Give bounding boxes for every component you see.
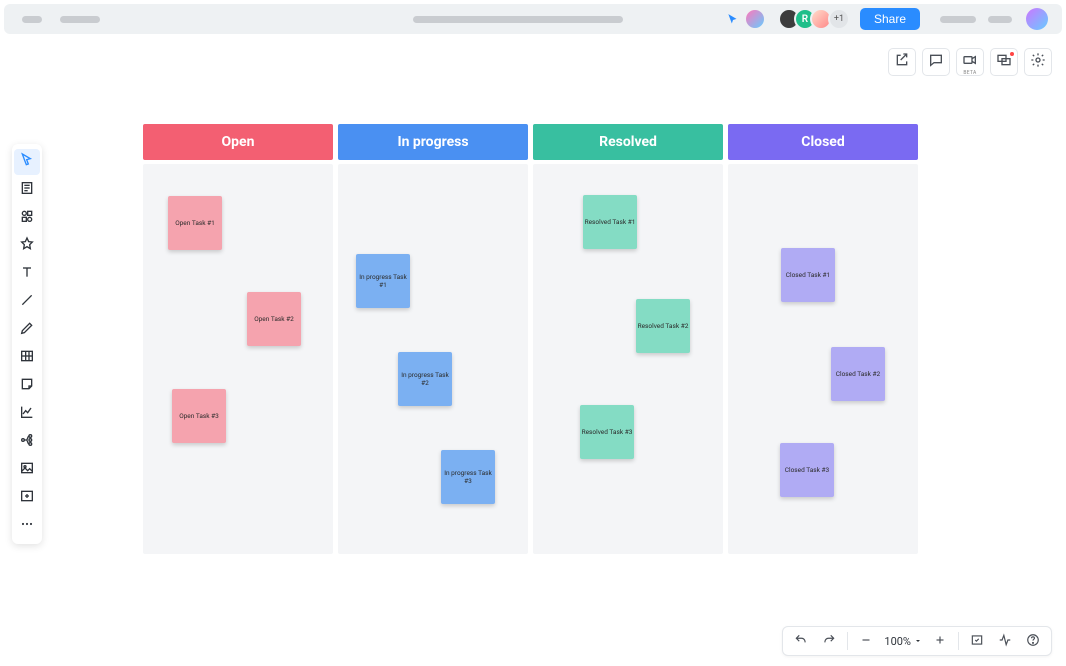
avatar-current-user[interactable]: [1026, 8, 1048, 30]
sticky-note-tool[interactable]: [14, 373, 40, 399]
cursor-icon: [19, 152, 35, 172]
sticky-note-icon: [19, 376, 35, 396]
settings-button[interactable]: [1024, 48, 1052, 76]
undo-button[interactable]: [789, 629, 813, 653]
comments-button[interactable]: [922, 48, 950, 76]
fit-view-button[interactable]: [965, 629, 989, 653]
export-button[interactable]: [888, 48, 916, 76]
sticky-card[interactable]: Closed Task #1: [781, 248, 835, 302]
comment-icon: [928, 52, 944, 72]
zoom-in-button[interactable]: [928, 629, 952, 653]
ellipsis-icon: [19, 516, 35, 536]
bottom-toolbar: 100%: [782, 626, 1052, 656]
avatar-presence[interactable]: [744, 8, 766, 30]
kanban-column: Resolved Resolved Task #1 Resolved Task #2…: [533, 124, 723, 554]
activity-icon: [998, 632, 1012, 651]
redo-icon: [822, 632, 836, 651]
image-icon: [19, 460, 35, 480]
line-icon: [19, 292, 35, 312]
minus-icon: [859, 632, 873, 651]
help-icon: [1026, 632, 1040, 651]
frame-tool[interactable]: [14, 485, 40, 511]
sticky-card[interactable]: Resolved Task #1: [583, 195, 637, 249]
top-right-toolbar: BETA: [888, 48, 1052, 76]
share-button[interactable]: Share: [860, 8, 920, 30]
sticky-card[interactable]: Open Task #1: [168, 196, 222, 250]
sticky-card[interactable]: In progress Task #2: [398, 352, 452, 406]
fit-icon: [970, 632, 984, 651]
column-header[interactable]: Open: [143, 124, 333, 160]
text-tool[interactable]: [14, 261, 40, 287]
gear-icon: [1030, 52, 1046, 72]
sticky-card[interactable]: In progress Task #3: [441, 450, 495, 504]
board-title-placeholder[interactable]: [413, 16, 623, 23]
column-header[interactable]: Closed: [728, 124, 918, 160]
star-icon: [19, 236, 35, 256]
zoom-out-button[interactable]: [854, 629, 878, 653]
select-tool[interactable]: [14, 149, 40, 175]
left-toolbar: [12, 144, 42, 544]
line-tool[interactable]: [14, 289, 40, 315]
shapes-icon: [19, 208, 35, 228]
zoom-value: 100%: [884, 635, 911, 648]
activity-button[interactable]: [993, 629, 1017, 653]
top-placeholder: [22, 16, 42, 23]
top-bar: R +1 Share: [4, 4, 1062, 34]
pencil-icon: [19, 320, 35, 340]
top-placeholder: [988, 16, 1012, 23]
export-icon: [894, 52, 910, 72]
top-placeholder: [940, 16, 976, 23]
shapes-tool[interactable]: [14, 205, 40, 231]
chart-line-icon: [19, 404, 35, 424]
top-placeholder: [60, 16, 100, 23]
undo-icon: [794, 632, 808, 651]
video-chat-button[interactable]: BETA: [956, 48, 984, 76]
pen-tool[interactable]: [14, 317, 40, 343]
plus-icon: [933, 632, 947, 651]
presence-cursor-icon: [726, 12, 740, 26]
template-icon: [19, 180, 35, 200]
kanban-column: ClosedClosed Task #1Closed Task #2Closed…: [728, 124, 918, 554]
table-tool[interactable]: [14, 345, 40, 371]
sticky-card[interactable]: In progress Task #1: [356, 254, 410, 308]
more-tools[interactable]: [14, 513, 40, 539]
grid-icon: [19, 348, 35, 368]
frame-plus-icon: [19, 488, 35, 508]
mindmap-icon: [19, 432, 35, 452]
sticky-card[interactable]: Open Task #3: [172, 389, 226, 443]
text-icon: [19, 264, 35, 284]
redo-button[interactable]: [817, 629, 841, 653]
column-body[interactable]: Resolved Task #1 Resolved Task #2Resolved…: [533, 164, 723, 554]
kanban-column: In progressIn progress Task #1In progres…: [338, 124, 528, 554]
column-header[interactable]: Resolved: [533, 124, 723, 160]
chart-tool[interactable]: [14, 401, 40, 427]
mindmap-tool[interactable]: [14, 429, 40, 455]
more-collaborators-badge[interactable]: +1: [828, 8, 850, 30]
column-body[interactable]: In progress Task #1 In progress Task #2 In…: [338, 164, 528, 554]
image-tool[interactable]: [14, 457, 40, 483]
notification-dot: [1010, 52, 1014, 56]
sticky-card[interactable]: Closed Task #3: [780, 443, 834, 497]
present-button[interactable]: [990, 48, 1018, 76]
column-body[interactable]: Open Task #1 Open Task #2 Open Task #3: [143, 164, 333, 554]
zoom-level[interactable]: 100%: [882, 635, 924, 648]
beta-badge: BETA: [963, 70, 976, 76]
column-body[interactable]: Closed Task #1 Closed Task #2 Closed Task …: [728, 164, 918, 554]
sticky-card[interactable]: Resolved Task #2: [636, 299, 690, 353]
kanban-column: Open Open Task #1 Open Task #2 Open Task #3: [143, 124, 333, 554]
templates-tool[interactable]: [14, 177, 40, 203]
sticky-card[interactable]: Resolved Task #3: [580, 405, 634, 459]
chevron-down-icon: [914, 635, 922, 648]
sticky-card[interactable]: Closed Task #2: [831, 347, 885, 401]
video-icon: [962, 52, 978, 72]
sticky-card[interactable]: Open Task #2: [247, 292, 301, 346]
stickers-tool[interactable]: [14, 233, 40, 259]
help-button[interactable]: [1021, 629, 1045, 653]
column-header[interactable]: In progress: [338, 124, 528, 160]
